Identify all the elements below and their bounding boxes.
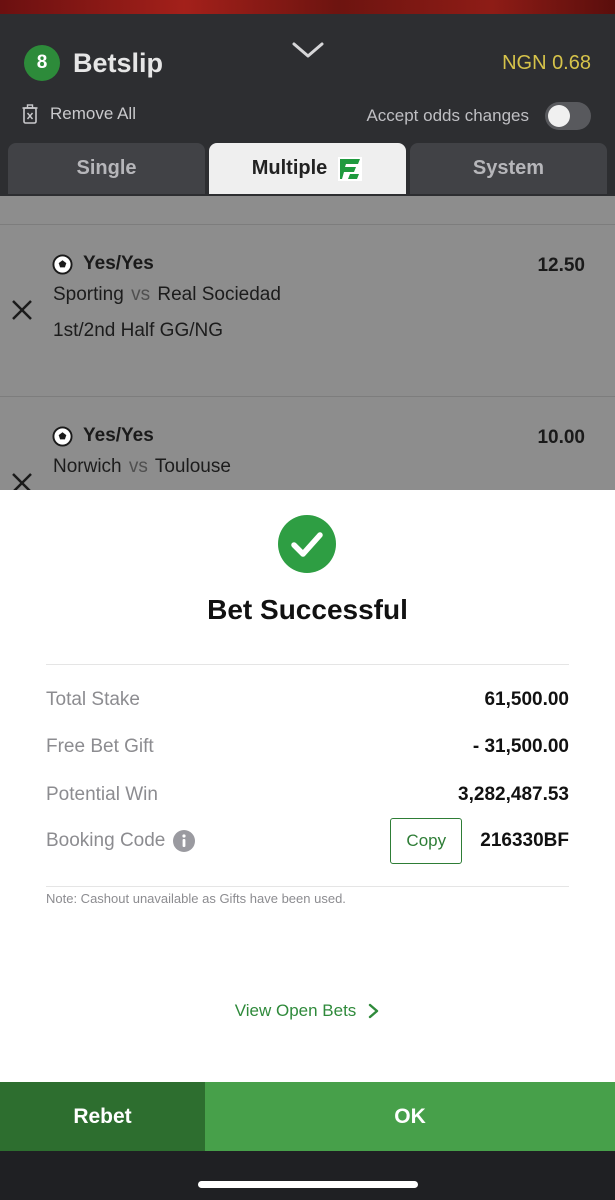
- potential-win-row: Potential Win 3,282,487.53: [46, 780, 569, 810]
- booking-code-actions: Copy 216330BF: [390, 818, 569, 864]
- accept-odds-label: Accept odds changes: [366, 106, 529, 125]
- free-bet-gift-row: Free Bet Gift - 31,500.00: [46, 732, 569, 762]
- match-name: Sporting vs Real Sociedad: [53, 284, 281, 306]
- selection-list: Yes/Yes 12.50 Sporting vs Real Sociedad …: [0, 196, 615, 490]
- home-team: Norwich: [53, 456, 122, 477]
- rebet-button[interactable]: Rebet: [0, 1082, 205, 1151]
- booking-code-row: Booking Code Copy 216330BF: [46, 818, 569, 864]
- check-circle-icon: [278, 515, 336, 573]
- booking-code-label-group: Booking Code: [46, 830, 196, 852]
- match-name: Norwich vs Toulouse: [53, 456, 231, 478]
- pick-label: Yes/Yes: [83, 253, 154, 274]
- tab-single[interactable]: Single: [8, 143, 205, 194]
- accept-odds-toggle[interactable]: [545, 102, 591, 130]
- total-stake-value: 61,500.00: [484, 689, 569, 710]
- multiple-logo-icon: [338, 156, 363, 181]
- vs-label: vs: [131, 284, 151, 305]
- betslip-title: Betslip: [73, 48, 164, 78]
- potential-win-value: 3,282,487.53: [458, 784, 569, 805]
- copy-button[interactable]: Copy: [390, 818, 463, 864]
- tab-system[interactable]: System: [410, 143, 607, 194]
- view-open-bets-label: View Open Bets: [234, 1001, 357, 1020]
- market-name: 1st/2nd Half GG/NG: [53, 320, 224, 341]
- home-team: Sporting: [53, 284, 124, 305]
- free-bet-gift-label: Free Bet Gift: [46, 736, 154, 757]
- remove-all-button[interactable]: Remove All: [22, 104, 136, 124]
- selection-pick: Yes/Yes: [52, 253, 154, 275]
- ok-button[interactable]: OK: [205, 1082, 615, 1151]
- selection-item: Yes/Yes 12.50 Sporting vs Real Sociedad …: [0, 224, 615, 396]
- away-team: Real Sociedad: [157, 284, 281, 305]
- total-stake-row: Total Stake 61,500.00: [46, 685, 569, 715]
- booking-code-label: Booking Code: [46, 830, 166, 851]
- soccer-ball-icon: [52, 253, 73, 275]
- info-icon[interactable]: [173, 830, 196, 852]
- selection-odds: 12.50: [537, 255, 585, 276]
- away-team: Toulouse: [154, 456, 231, 477]
- account-balance: NGN 0.68: [502, 52, 591, 74]
- promo-banner-strip: [0, 0, 615, 14]
- view-open-bets-link[interactable]: View Open Bets: [0, 1001, 615, 1021]
- remove-all-label: Remove All: [50, 104, 136, 123]
- tab-system-label: System: [472, 157, 545, 179]
- dialog-title: Bet Successful: [207, 594, 408, 625]
- betslip-header: 8 Betslip NGN 0.68 Remove All Accept odd…: [0, 14, 615, 196]
- chevron-right-icon: [369, 1003, 379, 1019]
- total-stake-label: Total Stake: [46, 689, 140, 710]
- close-icon[interactable]: [10, 298, 34, 322]
- potential-win-label: Potential Win: [46, 784, 158, 805]
- system-home-bar: [0, 1151, 615, 1200]
- booking-code-value: 216330BF: [480, 830, 569, 851]
- free-bet-gift-value: - 31,500.00: [472, 736, 569, 757]
- selection-pick: Yes/Yes: [52, 425, 154, 447]
- selection-count-badge: 8: [24, 45, 60, 81]
- accept-odds-setting: Accept odds changes: [366, 102, 591, 130]
- soccer-ball-icon: [52, 425, 73, 447]
- bet-type-tabs: Single Multiple System: [8, 143, 607, 194]
- cashout-note: Note: Cashout unavailable as Gifts have …: [46, 891, 346, 906]
- vs-label: vs: [128, 456, 148, 477]
- divider: [46, 886, 569, 887]
- pick-label: Yes/Yes: [83, 425, 154, 446]
- chevron-down-icon[interactable]: [290, 38, 326, 62]
- trash-icon: [22, 104, 38, 124]
- tab-single-label: Single: [76, 157, 137, 179]
- tab-multiple[interactable]: Multiple: [209, 143, 406, 194]
- tab-multiple-label: Multiple: [251, 157, 328, 179]
- divider: [46, 664, 569, 665]
- selection-item: Yes/Yes 10.00 Norwich vs Toulouse: [0, 397, 615, 490]
- close-icon[interactable]: [10, 471, 34, 490]
- selection-odds: 10.00: [537, 427, 585, 448]
- bet-success-dialog: Bet Successful Total Stake 61,500.00 Fre…: [0, 490, 615, 1082]
- home-indicator[interactable]: [198, 1181, 418, 1188]
